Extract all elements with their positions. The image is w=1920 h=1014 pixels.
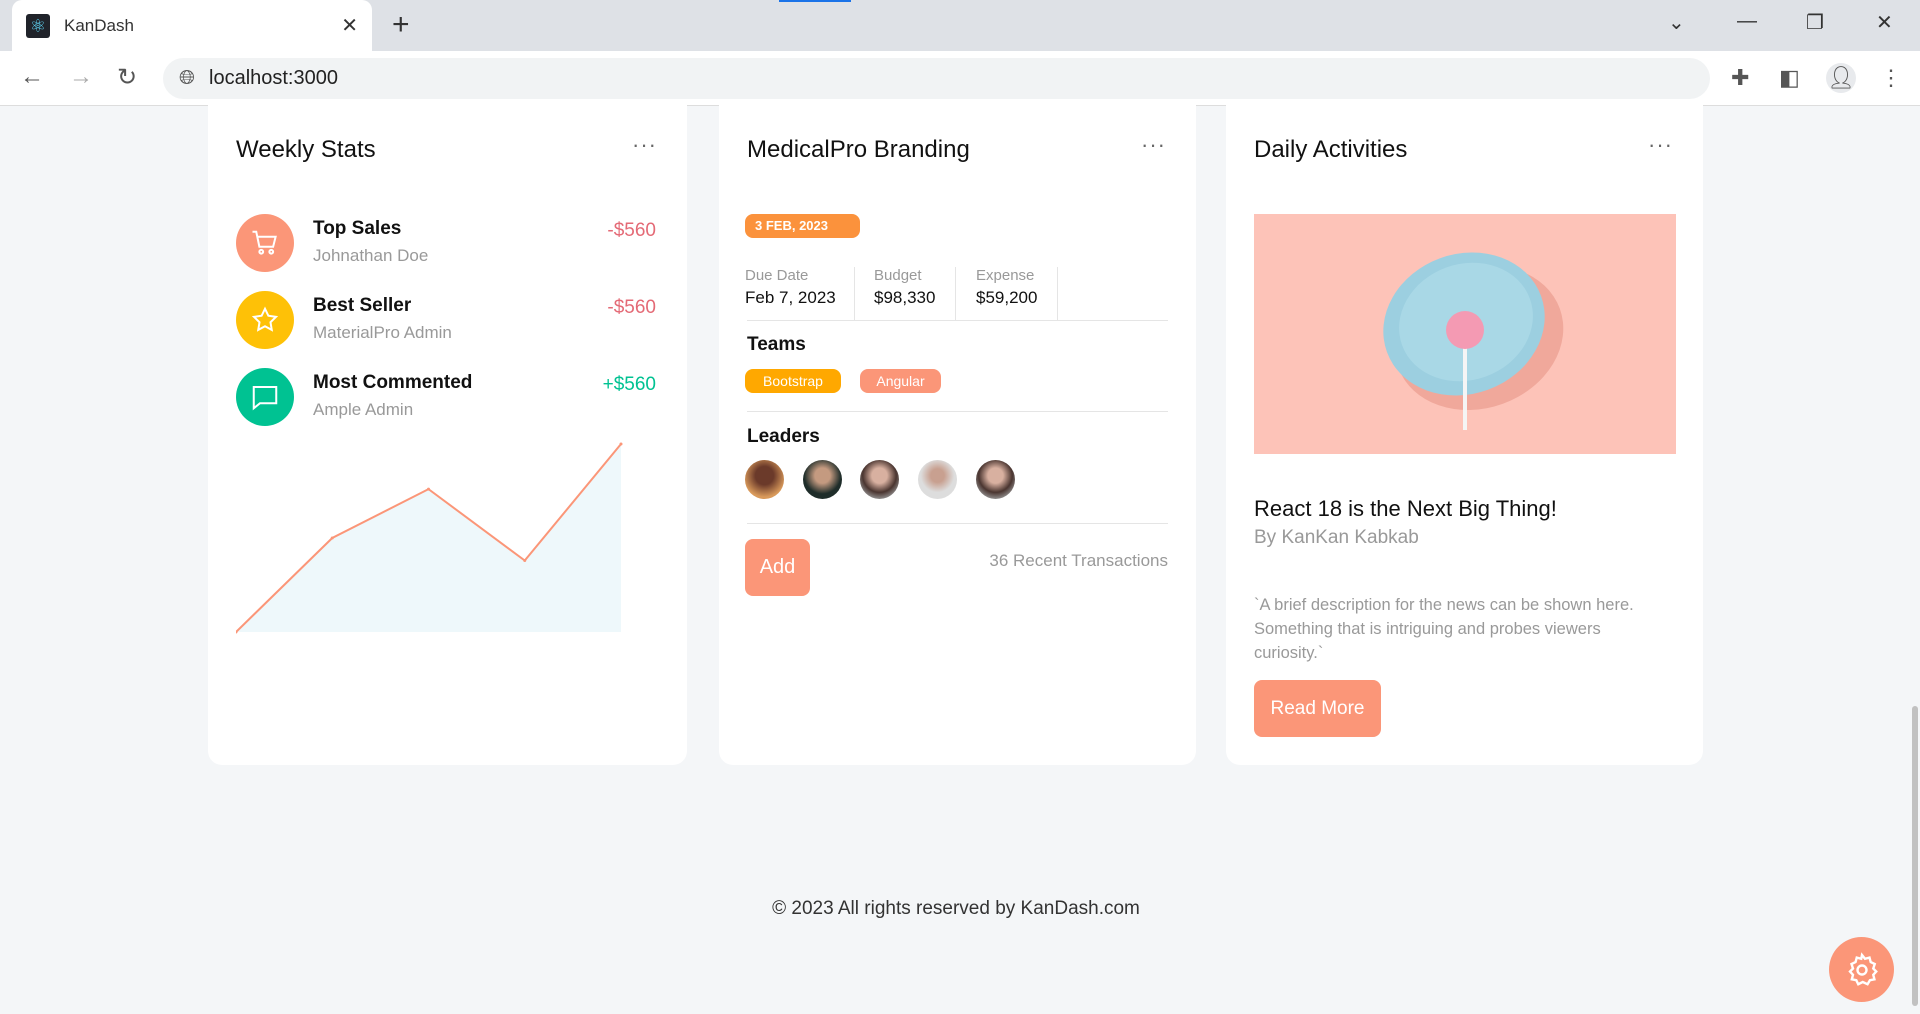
tab-strip: ⚛ KanDash ✕ + ⌄ — ❐ ✕ bbox=[0, 0, 1920, 51]
chart-point bbox=[523, 559, 527, 563]
reload-icon[interactable]: ↻ bbox=[117, 63, 137, 92]
url-text: localhost:3000 bbox=[209, 67, 338, 89]
star-icon bbox=[236, 291, 294, 349]
globe-icon: 🌐︎ bbox=[179, 67, 195, 89]
stat-title: Top Sales bbox=[313, 218, 402, 239]
stat-title: Most Commented bbox=[313, 372, 473, 393]
minimize-icon[interactable]: — bbox=[1737, 10, 1757, 33]
page-scrollbar[interactable] bbox=[1910, 106, 1920, 1014]
comment-icon bbox=[236, 368, 294, 426]
stat-title: Best Seller bbox=[313, 295, 412, 316]
project-stats: Due Date Feb 7, 2023 Budget $98,330 Expens… bbox=[745, 267, 1058, 320]
profile-icon[interactable]: 👤︎ bbox=[1826, 63, 1856, 93]
leader-avatar[interactable] bbox=[918, 460, 957, 499]
weekly-stats-card: Weekly Stats ··· Top Sales Johnathan Doe… bbox=[208, 100, 687, 765]
stat-row: Best Seller MaterialPro Admin -$560 bbox=[236, 291, 656, 351]
recent-transactions: 36 Recent Transactions bbox=[989, 551, 1168, 570]
cart-icon bbox=[236, 214, 294, 272]
stat-subtitle: MaterialPro Admin bbox=[313, 323, 452, 342]
more-options-icon[interactable]: ··· bbox=[1648, 132, 1673, 158]
due-date-stat: Due Date Feb 7, 2023 bbox=[745, 267, 855, 320]
stat-subtitle: Johnathan Doe bbox=[313, 246, 429, 265]
add-button[interactable]: Add bbox=[745, 539, 810, 596]
daily-activities-card: Daily Activities ··· React 18 is the Nex… bbox=[1226, 100, 1703, 765]
news-image bbox=[1254, 214, 1676, 454]
extensions-icon[interactable]: ✚ bbox=[1731, 65, 1749, 91]
leader-avatar[interactable] bbox=[803, 460, 842, 499]
card-title: Weekly Stats bbox=[236, 136, 376, 163]
stat-value: $98,330 bbox=[874, 288, 936, 307]
divider bbox=[747, 320, 1168, 321]
more-options-icon[interactable]: ··· bbox=[632, 132, 657, 158]
new-tab-icon[interactable]: + bbox=[392, 8, 410, 42]
menu-icon[interactable]: ⋮ bbox=[1880, 65, 1902, 91]
leader-avatar[interactable] bbox=[976, 460, 1015, 499]
browser-tab[interactable]: ⚛ KanDash ✕ bbox=[12, 0, 372, 51]
chart-point bbox=[330, 536, 334, 540]
news-description: `A brief description for the news can be… bbox=[1254, 596, 1634, 662]
news-headline[interactable]: React 18 is the Next Big Thing! bbox=[1254, 496, 1557, 522]
browser-toolbar: ← → ↻ 🌐︎ localhost:3000 ✚ ◧ 👤︎ ⋮ bbox=[0, 51, 1920, 106]
stat-subtitle: Ample Admin bbox=[313, 400, 414, 419]
react-favicon-icon: ⚛ bbox=[26, 13, 50, 38]
footer-copyright: © 2023 All rights reserved by KanDash.co… bbox=[772, 898, 1140, 919]
teams-heading: Teams bbox=[747, 334, 806, 355]
stat-label: Budget bbox=[874, 267, 922, 284]
expense-stat: Expense $59,200 bbox=[956, 267, 1058, 320]
address-bar[interactable]: 🌐︎ localhost:3000 bbox=[163, 58, 1710, 99]
chart-point bbox=[427, 487, 430, 491]
more-options-icon[interactable]: ··· bbox=[1141, 132, 1166, 158]
divider bbox=[747, 411, 1168, 412]
settings-button[interactable] bbox=[1829, 937, 1894, 1002]
leaders-heading: Leaders bbox=[747, 426, 820, 447]
back-icon[interactable]: ← bbox=[20, 63, 44, 91]
branding-card: MedicalPro Branding ··· 3 FEB, 2023 Due … bbox=[719, 100, 1196, 765]
read-more-button[interactable]: Read More bbox=[1254, 680, 1381, 737]
stat-label: Due Date bbox=[745, 267, 809, 284]
tab-title: KanDash bbox=[64, 15, 134, 35]
team-badge-angular[interactable]: Angular bbox=[860, 369, 941, 393]
stat-label: Expense bbox=[976, 267, 1035, 284]
leader-avatar[interactable] bbox=[745, 460, 784, 499]
leader-avatar[interactable] bbox=[860, 460, 899, 499]
chart-point bbox=[619, 442, 623, 446]
weekly-area-chart bbox=[236, 442, 623, 634]
stat-amount: -$560 bbox=[607, 297, 656, 318]
stat-row: Top Sales Johnathan Doe -$560 bbox=[236, 214, 656, 274]
stat-row: Most Commented Ample Admin +$560 bbox=[236, 368, 656, 428]
scrollbar-thumb[interactable] bbox=[1912, 706, 1918, 1006]
date-badge: 3 FEB, 2023 bbox=[745, 214, 860, 238]
card-title: MedicalPro Branding bbox=[747, 136, 970, 163]
divider bbox=[747, 523, 1168, 524]
news-author: By KanKan Kabkab bbox=[1254, 527, 1419, 548]
side-panel-icon[interactable]: ◧ bbox=[1779, 65, 1800, 91]
loading-indicator bbox=[779, 0, 851, 2]
forward-icon[interactable]: → bbox=[69, 63, 93, 91]
close-tab-icon[interactable]: ✕ bbox=[341, 13, 358, 38]
team-badge-bootstrap[interactable]: Bootstrap bbox=[745, 369, 841, 393]
close-window-icon[interactable]: ✕ bbox=[1876, 10, 1893, 35]
gear-icon bbox=[1847, 951, 1878, 986]
card-title: Daily Activities bbox=[1254, 136, 1408, 163]
restore-icon[interactable]: ❐ bbox=[1806, 10, 1824, 35]
tab-search-icon[interactable]: ⌄ bbox=[1668, 10, 1685, 35]
stat-value: $59,200 bbox=[976, 288, 1038, 307]
stat-amount: -$560 bbox=[607, 220, 656, 241]
stat-value: Feb 7, 2023 bbox=[745, 288, 836, 307]
budget-stat: Budget $98,330 bbox=[855, 267, 956, 320]
chart-area bbox=[236, 444, 621, 632]
stat-amount: +$560 bbox=[602, 374, 656, 395]
